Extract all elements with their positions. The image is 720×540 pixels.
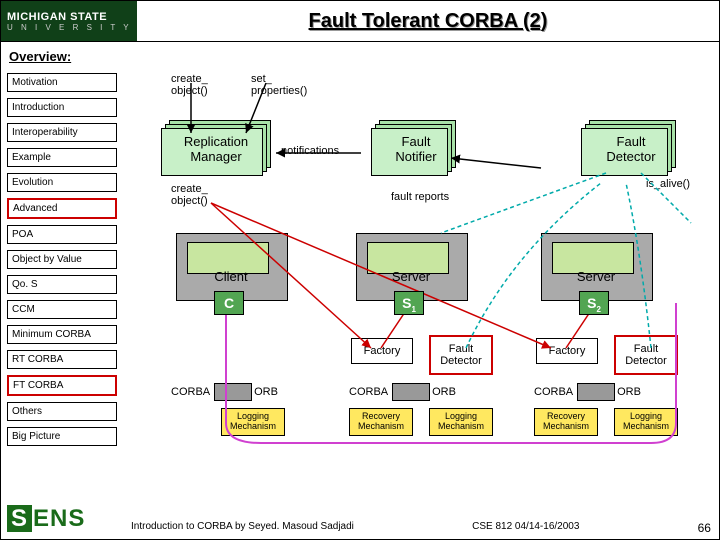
is-alive-label: is_alive() <box>646 178 690 190</box>
client-chip: C <box>214 291 244 315</box>
fault-detector-top-label: Fault Detector <box>581 134 681 164</box>
logging-mech-3: Logging Mechanism <box>614 408 678 436</box>
orb-label-3: ORB <box>617 386 641 398</box>
sidebar-item-12[interactable]: FT CORBA <box>7 375 117 396</box>
logging-mech-1: Logging Mechanism <box>221 408 285 436</box>
sens-logo: SENS <box>7 505 85 533</box>
fault-notifier-stack: Fault Notifier <box>371 128 461 178</box>
logo-line1: MICHIGAN STATE <box>7 11 137 23</box>
orb-bar-1 <box>214 383 252 401</box>
s1-chip: S1 <box>394 291 424 315</box>
factory1-box: Factory <box>351 338 413 364</box>
header-bar: MICHIGAN STATE U N I V E R S I T Y Fault… <box>1 1 719 42</box>
sidebar-item-4[interactable]: Evolution <box>7 173 117 192</box>
sidebar-item-11[interactable]: RT CORBA <box>7 350 117 369</box>
orb-bar-3 <box>577 383 615 401</box>
fault-det1-box: Fault Detector <box>429 335 493 375</box>
page-number: 66 <box>698 521 711 535</box>
sidebar-item-13[interactable]: Others <box>7 402 117 421</box>
page-title: Fault Tolerant CORBA (2) <box>137 10 719 33</box>
corba-label-1: CORBA <box>171 386 210 398</box>
create-obj-mid-label: create_ object() <box>171 183 208 207</box>
orb-row-s1: CORBA ORB <box>349 383 460 401</box>
msu-logo: MICHIGAN STATE U N I V E R S I T Y <box>1 1 137 41</box>
fault-detector-top-stack: Fault Detector <box>581 128 681 178</box>
logging-mech-2: Logging Mechanism <box>429 408 493 436</box>
sidebar-item-10[interactable]: Minimum CORBA <box>7 325 117 344</box>
sidebar-item-2[interactable]: Interoperability <box>7 123 117 142</box>
server2-label: Server <box>566 269 626 284</box>
corba-label-3: CORBA <box>534 386 573 398</box>
orb-bar-2 <box>392 383 430 401</box>
recovery-mech-2: Recovery Mechanism <box>534 408 598 436</box>
create-obj-top-label: create_ object() <box>171 73 208 97</box>
footer: Introduction to CORBA by Seyed. Masoud S… <box>131 521 711 535</box>
replication-manager-stack: Replication Manager <box>161 128 271 178</box>
sidebar-big-picture[interactable]: Big Picture <box>7 427 117 446</box>
client-label: Client <box>201 269 261 284</box>
notifications-label: notifications <box>281 145 339 157</box>
fault-det2-box: Fault Detector <box>614 335 678 375</box>
sidebar-item-8[interactable]: Qo. S <box>7 275 117 294</box>
factory2-box: Factory <box>536 338 598 364</box>
logo-line2: U N I V E R S I T Y <box>7 23 137 32</box>
sidebar-item-5[interactable]: Advanced <box>7 198 117 219</box>
recovery-mech-1: Recovery Mechanism <box>349 408 413 436</box>
fault-reports-label: fault reports <box>391 191 449 203</box>
corba-label-2: CORBA <box>349 386 388 398</box>
overview-label: Overview: <box>9 49 71 64</box>
sidebar-item-3[interactable]: Example <box>7 148 117 167</box>
sidebar-item-9[interactable]: CCM <box>7 300 117 319</box>
sidebar-item-1[interactable]: Introduction <box>7 98 117 117</box>
s1-chip-sub: 1 <box>411 305 415 314</box>
s2-chip-sub: 2 <box>596 305 600 314</box>
sidebar-item-6[interactable]: POA <box>7 225 117 244</box>
server1-label: Server <box>381 269 441 284</box>
sidebar: Motivation Introduction Interoperability Ex… <box>7 73 117 452</box>
sidebar-item-0[interactable]: Motivation <box>7 73 117 92</box>
orb-label-2: ORB <box>432 386 456 398</box>
diagram-area: create_ object() set_ properties() Repli… <box>131 73 711 513</box>
fault-notifier-label: Fault Notifier <box>371 134 461 164</box>
orb-label-1: ORB <box>254 386 278 398</box>
footer-right: CSE 812 04/14-16/2003 <box>472 521 579 535</box>
set-props-label: set_ properties() <box>251 73 307 97</box>
orb-row-s2: CORBA ORB <box>534 383 645 401</box>
s2-chip: S2 <box>579 291 609 315</box>
orb-row-client: CORBA ORB <box>171 383 282 401</box>
sidebar-item-7[interactable]: Object by Value <box>7 250 117 269</box>
replication-manager-label: Replication Manager <box>161 134 271 164</box>
footer-left: Introduction to CORBA by Seyed. Masoud S… <box>131 521 354 535</box>
